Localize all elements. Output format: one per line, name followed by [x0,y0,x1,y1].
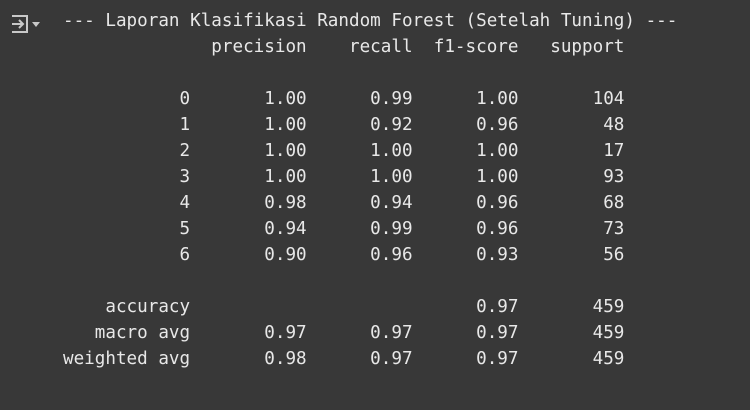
report-row [63,60,677,86]
report-row [63,268,677,294]
report-row: 3 1.00 1.00 1.00 93 [63,167,625,187]
report-row: 2 1.00 1.00 1.00 17 [63,141,625,161]
classification-report: --- Laporan Klasifikasi Random Forest (S… [63,8,677,372]
report-row: 5 0.94 0.99 0.96 73 [63,219,625,239]
report-row: 4 0.98 0.94 0.96 68 [63,193,625,213]
report-row: accuracy 0.97 459 [63,297,625,317]
cell-output-area: --- Laporan Klasifikasi Random Forest (S… [0,0,750,410]
report-header: precision recall f1-score support [63,37,625,57]
report-row: 6 0.90 0.96 0.93 56 [63,245,625,265]
report-row: weighted avg 0.98 0.97 0.97 459 [63,349,625,369]
report-row: macro avg 0.97 0.97 0.97 459 [63,323,625,343]
report-row: 1 1.00 0.92 0.96 48 [63,115,625,135]
report-row: 0 1.00 0.99 1.00 104 [63,89,625,109]
report-title: --- Laporan Klasifikasi Random Forest (S… [63,11,678,31]
output-collapse-icon[interactable] [10,12,44,36]
